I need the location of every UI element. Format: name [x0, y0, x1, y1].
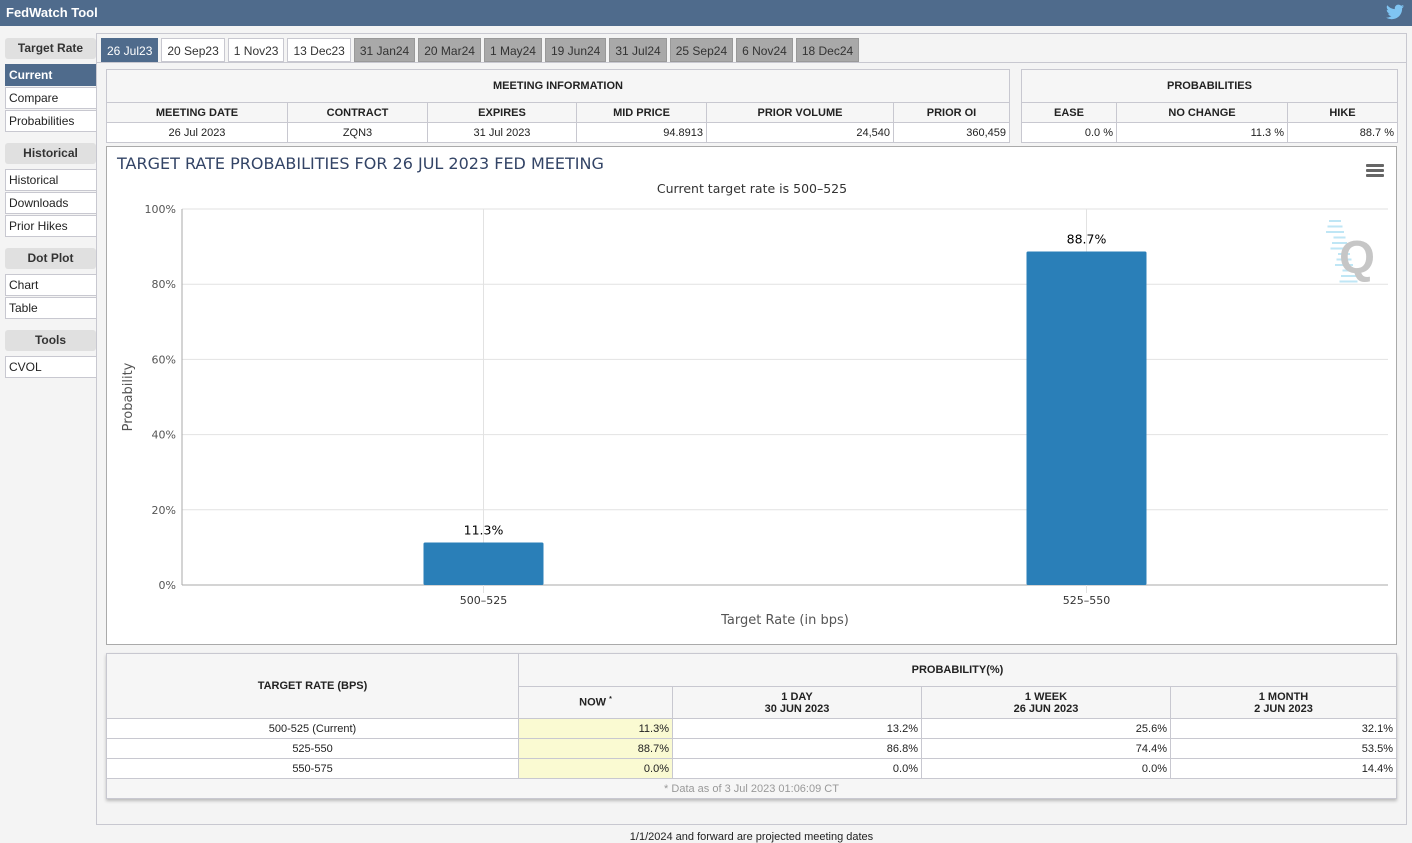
y-tick-label: 0%: [159, 579, 176, 592]
meeting-info-table: MEETING INFORMATION MEETING DATE CONTRAC…: [106, 69, 1010, 143]
tab-meeting-date[interactable]: 26 Jul23: [101, 38, 159, 62]
probabilities-title: PROBABILITIES: [1021, 69, 1398, 103]
sidebar-item-prior-hikes[interactable]: Prior Hikes: [5, 215, 96, 237]
hamburger-menu-icon[interactable]: [1366, 164, 1384, 178]
col-prior-volume: PRIOR VOLUME: [706, 102, 894, 123]
y-tick-label: 100%: [145, 203, 176, 216]
mid-price-value: 94.8913: [576, 122, 707, 143]
col-mid-price: MID PRICE: [576, 102, 707, 123]
sidebar-item-current[interactable]: Current: [5, 64, 96, 86]
contract-value: ZQN3: [287, 122, 428, 143]
meeting-tabs: 26 Jul23 20 Sep23 1 Nov23 13 Dec23 31 Jan24 2…: [101, 38, 860, 62]
table-row: 500-525 (Current) 11.3% 13.2% 25.6% 32.1…: [106, 718, 1397, 739]
probability-chart: TARGET RATE PROBABILITIES FOR 26 JUL 202…: [106, 146, 1397, 645]
y-tick-label: 20%: [152, 504, 176, 517]
sidebar-item-chart[interactable]: Chart: [5, 274, 96, 296]
hike-value: 88.7 %: [1287, 122, 1398, 143]
prior-oi-value: 360,459: [893, 122, 1010, 143]
sidebar-item-table[interactable]: Table: [5, 297, 96, 319]
tab-meeting-date[interactable]: 13 Dec23: [287, 38, 351, 62]
chart-svg: TARGET RATE PROBABILITIES FOR 26 JUL 202…: [116, 154, 1388, 628]
bar: [423, 542, 544, 585]
col-contract: CONTRACT: [287, 102, 428, 123]
tab-meeting-date[interactable]: 19 Jun24: [544, 38, 607, 62]
x-tick-label: 500–525: [460, 594, 508, 607]
sidebar-header-target-rate: Target Rate: [5, 38, 96, 59]
data-timestamp-note: * Data as of 3 Jul 2023 01:06:09 CT: [106, 778, 1397, 799]
col-ease: EASE: [1021, 102, 1117, 123]
sidebar-header-historical: Historical: [5, 143, 96, 164]
tab-meeting-date[interactable]: 1 May24: [483, 38, 542, 62]
probability-header: PROBABILITY(%): [518, 653, 1397, 687]
col-prior-oi: PRIOR OI: [893, 102, 1010, 123]
tab-meeting-date[interactable]: 25 Sep24: [669, 38, 734, 62]
table-row: 550-575 0.0% 0.0% 0.0% 14.4%: [106, 758, 1397, 779]
chart-subtitle: Current target rate is 500–525: [657, 181, 847, 196]
tab-meeting-date[interactable]: 31 Jan24: [353, 38, 416, 62]
meeting-info-title: MEETING INFORMATION: [106, 69, 1010, 103]
x-axis-title: Target Rate (in bps): [720, 613, 849, 628]
col-1-day: 1 DAY 30 JUN 2023: [672, 686, 922, 719]
probability-history-table: TARGET RATE (BPS) PROBABILITY(%) NOW * 1…: [106, 653, 1397, 799]
main-panel: 26 Jul23 20 Sep23 1 Nov23 13 Dec23 31 Jan24 2…: [96, 33, 1407, 843]
app-header: FedWatch Tool: [0, 0, 1412, 26]
meeting-date-value: 26 Jul 2023: [106, 122, 288, 143]
app-title: FedWatch Tool: [6, 5, 98, 20]
tab-meeting-date[interactable]: 1 Nov23: [227, 38, 285, 62]
sidebar-item-downloads[interactable]: Downloads: [5, 192, 96, 214]
tab-meeting-date[interactable]: 31 Jul24: [609, 38, 667, 62]
sidebar: Target Rate Current Compare Probabilitie…: [5, 38, 96, 379]
content-area: MEETING INFORMATION MEETING DATE CONTRAC…: [97, 62, 1406, 843]
tab-meeting-date[interactable]: 20 Sep23: [161, 38, 225, 62]
col-1-week: 1 WEEK 26 JUN 2023: [921, 686, 1171, 719]
no-change-value: 11.3 %: [1116, 122, 1288, 143]
table-row: 525-550 88.7% 86.8% 74.4% 53.5%: [106, 738, 1397, 759]
col-expires: EXPIRES: [427, 102, 577, 123]
col-1-month: 1 MONTH 2 JUN 2023: [1170, 686, 1397, 719]
y-tick-label: 40%: [152, 429, 176, 442]
probabilities-table: PROBABILITIES EASE NO CHANGE HIKE 0.0 % …: [1021, 69, 1398, 143]
sidebar-item-compare[interactable]: Compare: [5, 87, 96, 109]
col-target-rate: TARGET RATE (BPS): [106, 653, 519, 719]
sidebar-header-tools: Tools: [5, 330, 96, 351]
col-no-change: NO CHANGE: [1116, 102, 1288, 123]
projected-dates-footnote: 1/1/2024 and forward are projected meeti…: [629, 831, 874, 843]
tab-meeting-date[interactable]: 6 Nov24: [736, 38, 793, 62]
col-now: NOW *: [518, 686, 673, 719]
chart-title: TARGET RATE PROBABILITIES FOR 26 JUL 202…: [116, 154, 604, 173]
y-axis-title: Probability: [121, 362, 136, 431]
x-tick-label: 525–550: [1063, 594, 1111, 607]
bar-data-label: 88.7%: [1067, 231, 1107, 246]
sidebar-header-dot-plot: Dot Plot: [5, 248, 96, 269]
sidebar-item-probabilities[interactable]: Probabilities: [5, 110, 96, 132]
y-tick-label: 60%: [152, 353, 176, 366]
expires-value: 31 Jul 2023: [427, 122, 577, 143]
watermark-logo: Q: [1339, 231, 1375, 283]
y-tick-label: 80%: [152, 278, 176, 291]
bar: [1026, 251, 1147, 585]
col-hike: HIKE: [1287, 102, 1398, 123]
tab-meeting-date[interactable]: 18 Dec24: [795, 38, 860, 62]
ease-value: 0.0 %: [1021, 122, 1117, 143]
bar-data-label: 11.3%: [464, 523, 504, 538]
twitter-icon[interactable]: [1386, 4, 1404, 20]
col-meeting-date: MEETING DATE: [106, 102, 288, 123]
sidebar-item-cvol[interactable]: CVOL: [5, 356, 96, 378]
tab-meeting-date[interactable]: 20 Mar24: [418, 38, 481, 62]
prior-volume-value: 24,540: [706, 122, 894, 143]
sidebar-item-historical[interactable]: Historical: [5, 169, 96, 191]
